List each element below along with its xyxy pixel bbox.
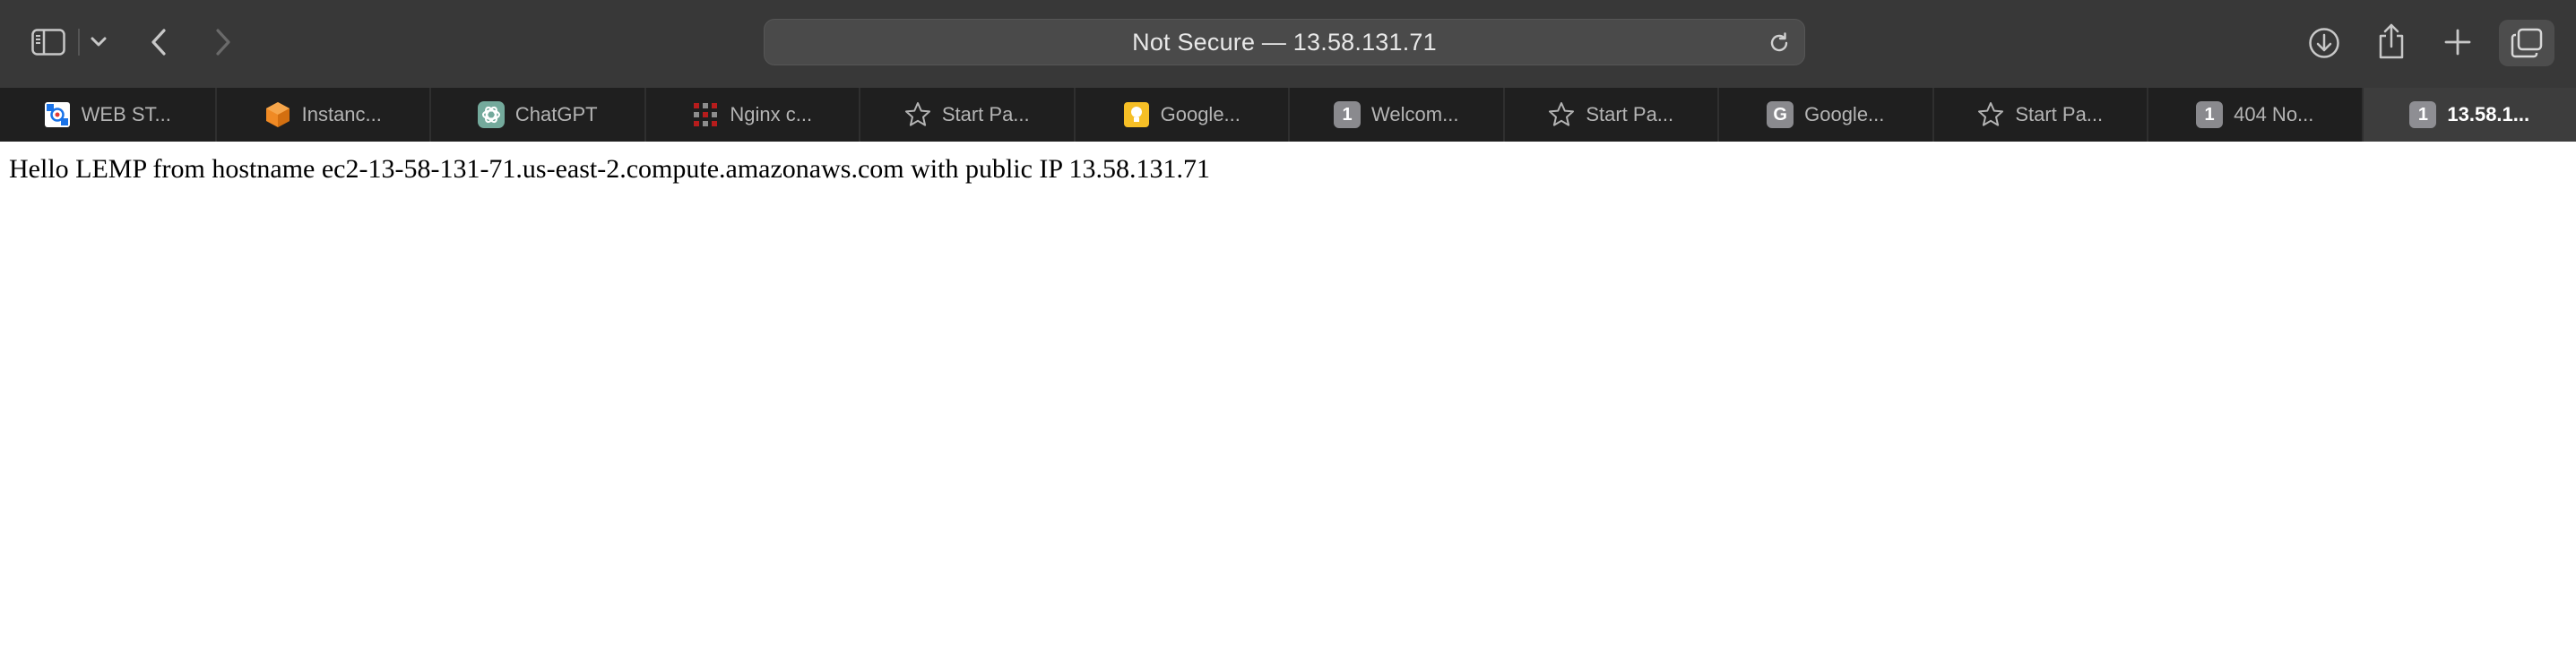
tab-title: Google... [1804, 103, 1885, 125]
share-icon [2379, 23, 2404, 59]
page-body-text: Hello LEMP from hostname ec2-13-58-131-7… [9, 154, 1210, 184]
tab-title: Welcom... [1371, 103, 1459, 125]
number-badge-icon: 1 [1334, 101, 1361, 128]
web-st-favicon [44, 101, 71, 128]
sidebar-toggle-button[interactable] [25, 23, 72, 61]
number-badge-icon: 1 [2409, 101, 2437, 128]
forward-button[interactable] [208, 23, 238, 61]
aws-ec2-favicon [264, 101, 291, 128]
tab-nginx[interactable]: Nginx c... [644, 88, 860, 142]
number-badge-icon: 1 [2196, 101, 2224, 128]
tab-title: Nginx c... [730, 103, 813, 125]
tab-overview-icon [2511, 28, 2543, 58]
tab-title: Instanc... [301, 103, 382, 125]
tab-google-keep[interactable]: Google... [1073, 88, 1289, 142]
share-button[interactable] [2373, 20, 2409, 63]
tab-overview-button[interactable] [2499, 20, 2554, 66]
star-icon [1548, 101, 1575, 128]
star-icon [1977, 101, 2004, 128]
new-tab-button[interactable] [2440, 24, 2476, 60]
browser-toolbar: Not Secure — 13.58.131.71 [0, 0, 2576, 88]
chevron-down-icon [91, 37, 107, 47]
tab-title: Google... [1160, 103, 1240, 125]
back-button[interactable] [143, 23, 174, 61]
chevron-left-icon [151, 29, 166, 56]
tab-bar: WEB ST... Instanc... ChatGPT Nginx c... … [0, 88, 2576, 142]
page-content: Hello LEMP from hostname ec2-13-58-131-7… [0, 142, 2576, 647]
downloads-button[interactable] [2305, 24, 2343, 62]
address-bar[interactable]: Not Secure — 13.58.131.71 [764, 19, 1805, 65]
tab-start-page[interactable]: Start Pa... [1502, 88, 1718, 142]
tab-active-13-58[interactable]: 1 13.58.1... [2361, 88, 2576, 142]
tab-google[interactable]: G Google... [1717, 88, 1932, 142]
tab-title: Start Pa... [941, 103, 1030, 125]
chatgpt-favicon [477, 101, 505, 128]
tab-web-st[interactable]: WEB ST... [0, 88, 215, 142]
plus-icon [2444, 29, 2471, 56]
letter-badge-icon: G [1767, 101, 1794, 128]
tab-instances[interactable]: Instanc... [214, 88, 430, 142]
tab-start-page[interactable]: Start Pa... [859, 88, 1074, 142]
tab-404[interactable]: 1 404 No... [2147, 88, 2362, 142]
toolbar-divider [78, 29, 80, 56]
tab-title: 13.58.1... [2447, 103, 2530, 125]
browser-window: Not Secure — 13.58.131.71 WEB ST... Inst… [0, 0, 2576, 647]
chevron-right-icon [216, 29, 230, 56]
tab-title: Start Pa... [1586, 103, 1674, 125]
tab-start-page[interactable]: Start Pa... [1932, 88, 2148, 142]
star-icon [904, 101, 931, 128]
sidebar-icon [31, 29, 65, 56]
nginx-favicon [692, 101, 719, 128]
tab-title: ChatGPT [514, 103, 598, 125]
tab-title: WEB ST... [81, 103, 171, 125]
download-icon [2309, 28, 2339, 58]
google-keep-favicon [1123, 101, 1150, 128]
reload-button[interactable] [1765, 29, 1794, 57]
tab-welcome[interactable]: 1 Welcom... [1288, 88, 1503, 142]
sidebar-menu-button[interactable] [86, 27, 111, 57]
reload-icon [1770, 32, 1788, 52]
tab-title: Start Pa... [2015, 103, 2104, 125]
tab-chatgpt[interactable]: ChatGPT [429, 88, 644, 142]
address-text: Not Secure — 13.58.131.71 [1132, 28, 1437, 56]
tab-title: 404 No... [2234, 103, 2314, 125]
